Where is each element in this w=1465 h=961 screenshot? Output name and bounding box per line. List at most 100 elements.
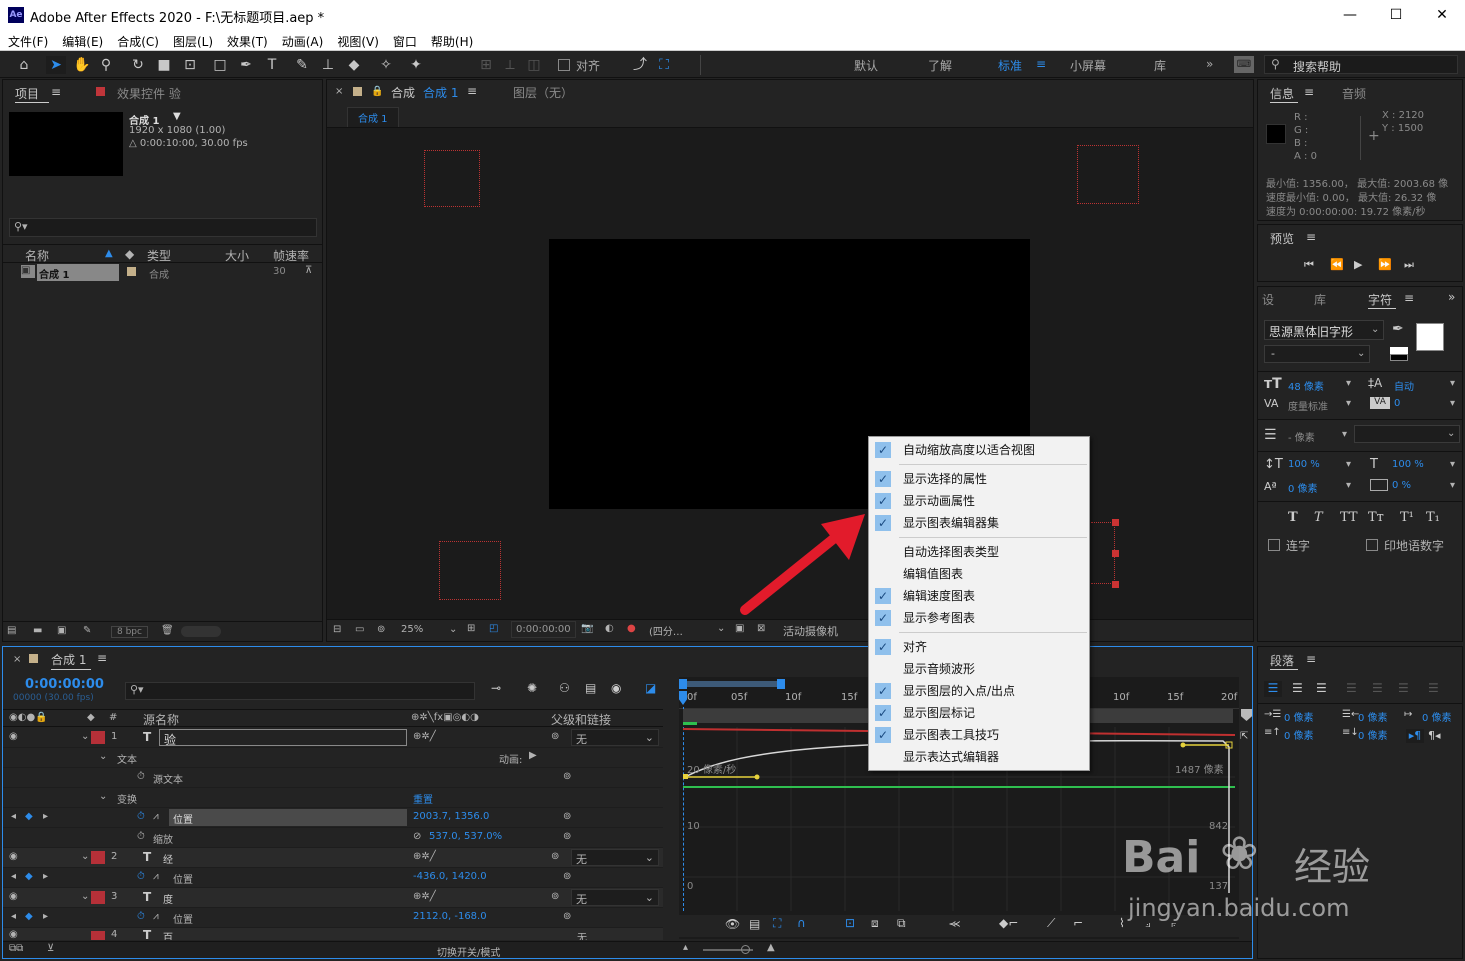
draft-3d-icon[interactable]: ✺ <box>527 681 537 695</box>
col-name[interactable]: 名称 <box>25 247 49 264</box>
source-text-row[interactable]: ⏱ 源文本 ⊚ <box>3 768 663 788</box>
space-before-value[interactable]: 0 像素 <box>1284 727 1314 742</box>
stroke-width-value[interactable]: - 像素 <box>1288 429 1315 444</box>
sync-icon[interactable]: ⌨ <box>1234 56 1254 73</box>
justify-center-icon[interactable]: ☰ <box>1372 681 1383 695</box>
minimize-button[interactable]: — <box>1327 0 1373 30</box>
project-menu-icon[interactable]: ≡ <box>51 85 61 99</box>
scale-row[interactable]: ⏱ 缩放 ⊘ 537.0, 537.0% ⊚ <box>3 828 663 848</box>
indent-right-value[interactable]: 0 像素 <box>1358 709 1388 724</box>
zoom-in-icon[interactable]: ▲ <box>767 942 775 953</box>
project-search-input[interactable]: ⚲▾ <box>9 218 317 237</box>
axis-world-icon[interactable]: ⟂ <box>500 56 520 74</box>
layer-switches-pane-icon[interactable]: ⧉⧉ <box>9 943 23 954</box>
tracking-value[interactable]: 0 <box>1394 398 1400 409</box>
menu-item-edit-value-graph[interactable]: 编辑值图表 <box>869 563 1089 585</box>
layer-row-4[interactable]: ◉ 4 T 百 无 <box>3 928 663 940</box>
workspace-libraries[interactable]: 库 <box>1154 57 1166 74</box>
info-menu-icon[interactable]: ≡ <box>1304 85 1314 99</box>
menu-item-show-selected-properties[interactable]: ✓ 显示选择的属性 <box>869 468 1089 490</box>
monitor-icon[interactable]: ▭ <box>355 624 364 635</box>
tab-project[interactable]: 项目 <box>15 85 39 102</box>
pick-whip-icon[interactable]: ⊚ <box>551 731 559 742</box>
label-color-swatch[interactable] <box>127 267 136 276</box>
next-keyframe-icon[interactable]: ▸ <box>43 911 48 922</box>
more-panels-icon[interactable]: » <box>1448 290 1455 304</box>
clone-stamp-icon[interactable]: ⊥ <box>318 56 338 74</box>
close-tab-icon[interactable]: × <box>335 86 343 97</box>
layer-name[interactable]: 验 <box>159 729 407 747</box>
camera-view-dropdown[interactable]: 活动摄像机 <box>783 623 838 639</box>
pick-whip-icon[interactable]: ⊚ <box>563 871 571 882</box>
parent-select[interactable]: 无 ⌄ <box>571 889 659 906</box>
menu-item-show-graph-editor-set[interactable]: ✓ 显示图表编辑器集 <box>869 512 1089 534</box>
menu-file[interactable]: 文件(F) <box>0 30 54 50</box>
channel-icon[interactable]: ● <box>627 623 636 634</box>
adjust-icon[interactable]: ✎ <box>83 625 91 636</box>
align-right-icon[interactable]: ☰ <box>1316 681 1327 695</box>
pan-behind-tool-icon[interactable]: ⊡ <box>180 56 200 74</box>
expand-chevron-icon[interactable]: ⌄ <box>81 731 89 742</box>
space-after-value[interactable]: 0 像素 <box>1358 727 1388 742</box>
next-keyframe-icon[interactable]: ▸ <box>43 871 48 882</box>
character-menu-icon[interactable]: ≡ <box>1404 291 1414 305</box>
lock-icon[interactable]: 🔒 <box>371 86 383 97</box>
menu-item-auto-select-graph-type[interactable]: 自动选择图表类型 <box>869 541 1089 563</box>
parent-select[interactable]: 无 ⌄ <box>571 729 659 746</box>
layer-label-color[interactable] <box>91 851 105 864</box>
chevron-down-icon[interactable]: ▾ <box>1450 398 1455 409</box>
leading-value[interactable]: 自动 <box>1394 378 1414 393</box>
offscreen-layer-outline[interactable] <box>424 150 480 207</box>
menu-edit[interactable]: 编辑(E) <box>54 30 109 50</box>
fill-color-swatch[interactable] <box>1416 323 1444 351</box>
fit-selection-icon[interactable]: ⊡ <box>845 916 855 930</box>
justify-all-icon[interactable]: ☰ <box>1428 681 1439 695</box>
maximize-button[interactable]: ☐ <box>1373 0 1419 30</box>
puppet-pin-icon[interactable]: ✦ <box>406 56 426 74</box>
col-type[interactable]: 类型 <box>147 247 171 264</box>
graph-toggle-icon[interactable]: ⩘ <box>153 811 159 822</box>
fit-all-icon[interactable]: ⧈ <box>871 916 879 931</box>
trash-icon[interactable]: 🗑 <box>161 625 174 636</box>
zoom-out-icon[interactable]: ▴ <box>683 942 688 953</box>
tsume-value[interactable]: 0 % <box>1392 480 1411 491</box>
comp-panel-menu-icon[interactable]: ≡ <box>467 84 477 98</box>
comp-breadcrumb[interactable]: 合成 1 <box>347 107 399 127</box>
expand-chevron-icon[interactable]: ⌄ <box>81 891 89 902</box>
ligature-checkbox[interactable] <box>1268 539 1280 551</box>
workspace-default[interactable]: 默认 <box>854 57 878 74</box>
chevron-down-icon[interactable]: ▾ <box>1450 480 1455 491</box>
frame-blending-icon[interactable]: ▤ <box>585 681 596 695</box>
font-size-value[interactable]: 48 像素 <box>1288 378 1324 393</box>
col-size[interactable]: 大小 <box>225 247 249 264</box>
transform-handle[interactable] <box>1112 519 1119 526</box>
menu-item-snap[interactable]: ✓ 对齐 <box>869 636 1089 658</box>
close-tab-icon[interactable]: × <box>13 654 21 665</box>
align-left-icon[interactable]: ☰ <box>1264 681 1282 697</box>
camera-tool-icon[interactable]: ■ <box>154 56 174 74</box>
work-area-end-handle[interactable] <box>777 679 785 689</box>
graph-toggle-icon[interactable]: ⩘ <box>153 911 159 922</box>
menu-window[interactable]: 窗口 <box>385 30 423 50</box>
tab-effect-controls[interactable]: 效果控件 验 <box>117 85 181 102</box>
parent-select[interactable]: 无 ⌄ <box>571 849 659 866</box>
rotate-tool-icon[interactable]: ↻ <box>128 56 148 74</box>
position-value[interactable]: -436.0, 1420.0 <box>413 871 487 882</box>
chevron-down-icon[interactable]: ⌄ <box>449 624 457 635</box>
comp-mini-flowchart-icon[interactable]: ⊸ <box>491 681 501 695</box>
layer-switches[interactable]: ⊕✲╱ <box>413 851 436 862</box>
show-snapshot-icon[interactable]: ◐ <box>605 623 614 634</box>
menu-item-show-graph-tool-tips[interactable]: ✓ 显示图表工具技巧 <box>869 724 1089 746</box>
all-caps-button[interactable]: TT <box>1340 510 1358 525</box>
pen-tool-icon[interactable]: ✒ <box>236 56 256 74</box>
always-preview-icon[interactable]: ⊟ <box>333 624 341 635</box>
last-frame-icon[interactable]: ⏭ <box>1404 258 1414 272</box>
menu-item-auto-zoom-height[interactable]: ✓ 自动缩放高度以适合视图 <box>869 439 1089 461</box>
stopwatch-icon[interactable]: ⏱ <box>137 831 145 842</box>
position-row-1[interactable]: ◂ ◆ ▸ ⏱ ⩘ 位置 2003.7, 1356.0 ⊚ <box>3 808 663 828</box>
shy-layers-icon[interactable]: ⚇ <box>559 681 570 695</box>
pick-whip-icon[interactable]: ⊚ <box>563 831 571 842</box>
separate-dimensions-icon[interactable]: ⧉ <box>897 916 906 931</box>
comp-timecode[interactable]: 0:00:00:00 <box>511 621 576 638</box>
resolution-dropdown[interactable]: (四分… <box>649 623 683 638</box>
